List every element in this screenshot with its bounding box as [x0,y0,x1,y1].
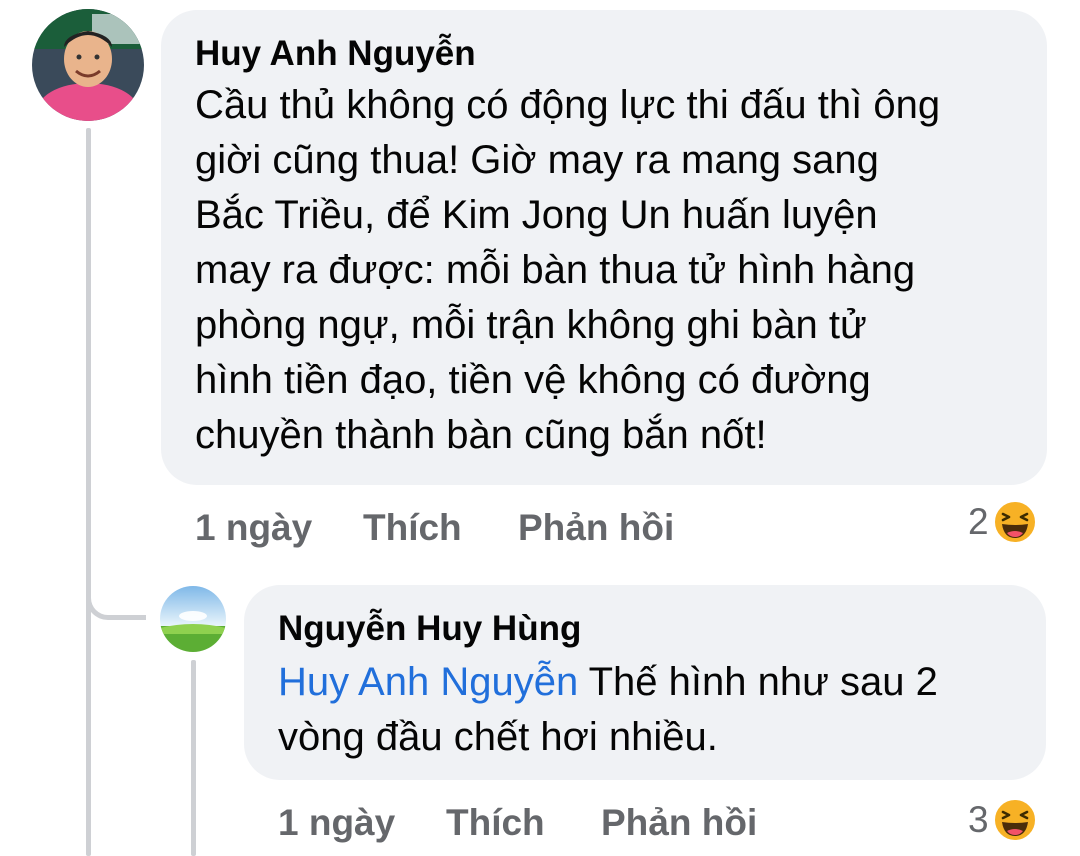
reply-reaction-summary[interactable]: 3 [968,796,1037,844]
reply-button[interactable]: Phản hồi [518,506,674,550]
reply-text-line: vòng đầu chết hơi nhiều. [278,715,718,759]
comment-timestamp[interactable]: 1 ngày [195,506,312,550]
reply-text-line: Huy Anh Nguyễn Thế hình như sau 2 [278,655,1012,710]
comment-actions: 1 ngày Thích Phản hồi [195,506,695,550]
haha-emoji-icon [992,500,1037,544]
reply-text: Huy Anh Nguyễn Thế hình như sau 2 vòng đ… [278,655,1012,765]
comment-text-line: chuyền thành bàn cũng bắn nốt! [195,413,767,457]
comment-author-name[interactable]: Huy Anh Nguyễn [195,32,1013,76]
thread-connector-line [86,128,91,856]
landscape-photo-icon [160,586,226,652]
comment-bubble: Huy Anh Nguyễn Cầu thủ không có động lực… [161,10,1047,485]
comment-text-line: hình tiền đạo, tiền vệ không có đường [195,358,871,402]
reply-author-avatar[interactable] [160,586,226,652]
comment-author-avatar[interactable] [32,9,144,121]
comment-text: Cầu thủ không có động lực thi đấu thì ôn… [195,78,1013,463]
thread-connector-elbow [86,560,146,620]
reply-reaction-count: 3 [968,799,989,840]
reply-author-name[interactable]: Nguyễn Huy Hùng [278,607,1012,651]
reaction-count: 2 [968,501,989,542]
mention-link[interactable]: Huy Anh Nguyễn [278,660,578,704]
reply-reply-button[interactable]: Phản hồi [601,801,757,845]
reply-text-content: Thế hình như sau 2 [578,660,938,704]
reply-thread-connector-line [191,660,196,856]
comment-text-line: may ra được: mỗi bàn thua tử hình hàng [195,248,916,292]
comment-text-line: Bắc Triều, để Kim Jong Un huấn luyện [195,193,878,237]
reply-timestamp[interactable]: 1 ngày [278,801,395,845]
haha-emoji-icon [992,798,1037,842]
reply-actions: 1 ngày Thích Phản hồi [278,801,778,845]
reply-like-button[interactable]: Thích [446,801,545,845]
reply-bubble: Nguyễn Huy Hùng Huy Anh Nguyễn Thế hình … [244,585,1046,780]
like-button[interactable]: Thích [363,506,462,550]
profile-photo-icon [32,9,144,121]
reaction-summary[interactable]: 2 [968,498,1037,546]
comment-text-line: giời cũng thua! Giờ may ra mang sang [195,138,879,182]
comment-text-line: phòng ngự, mỗi trận không ghi bàn tử [195,303,867,347]
comment-text-line: Cầu thủ không có động lực thi đấu thì ôn… [195,83,941,127]
